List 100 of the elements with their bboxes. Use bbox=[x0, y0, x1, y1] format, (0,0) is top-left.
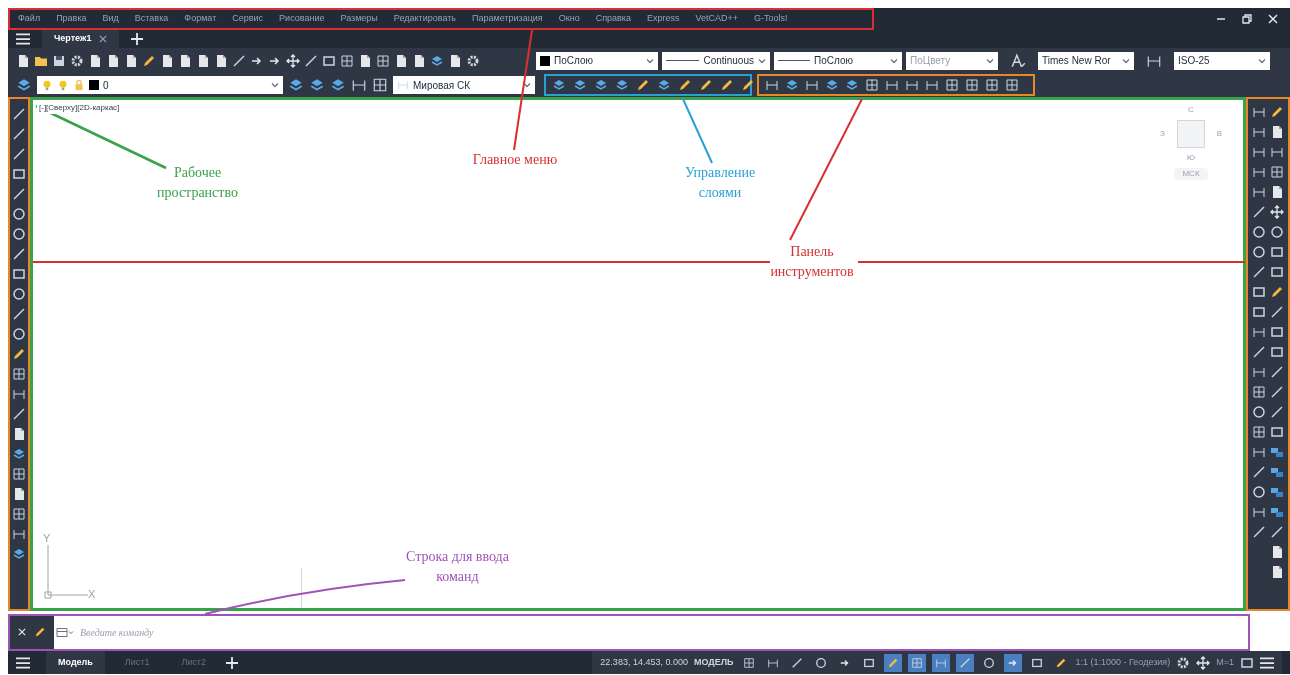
layers-icon[interactable] bbox=[330, 77, 346, 93]
rectangle-icon[interactable] bbox=[1270, 245, 1284, 259]
document-icon[interactable] bbox=[394, 53, 408, 68]
circle-icon[interactable] bbox=[12, 207, 26, 221]
rectangle-icon[interactable] bbox=[1270, 325, 1284, 339]
dimension-icon[interactable] bbox=[1252, 445, 1266, 459]
dimension-icon[interactable] bbox=[1252, 365, 1266, 379]
grid-icon[interactable] bbox=[376, 53, 390, 68]
pencil-icon[interactable] bbox=[678, 78, 692, 92]
grid-icon[interactable] bbox=[1270, 165, 1284, 179]
circle-icon[interactable] bbox=[12, 327, 26, 341]
rectangle-icon[interactable] bbox=[1270, 265, 1284, 279]
document-icon[interactable] bbox=[1270, 185, 1284, 199]
rectangle-icon[interactable] bbox=[1240, 655, 1254, 670]
stacked-blocks-icon[interactable] bbox=[1270, 505, 1284, 519]
menu-item[interactable]: Вид bbox=[102, 12, 119, 26]
document-icon[interactable] bbox=[1270, 565, 1284, 579]
menu-icon[interactable] bbox=[16, 656, 30, 669]
document-icon[interactable] bbox=[124, 53, 138, 68]
gear-icon[interactable] bbox=[70, 53, 84, 68]
restore-icon[interactable] bbox=[1242, 14, 1252, 24]
menu-item[interactable]: Сервис bbox=[232, 12, 264, 26]
document-icon[interactable] bbox=[448, 53, 462, 68]
layers-icon[interactable] bbox=[825, 78, 839, 92]
layers-icon[interactable] bbox=[657, 78, 671, 92]
ucs-dropdown[interactable]: Мировая СК bbox=[393, 76, 535, 94]
menu-item[interactable]: Справка bbox=[595, 12, 631, 26]
layers-icon[interactable] bbox=[12, 447, 26, 461]
menu-item[interactable]: Express bbox=[647, 12, 680, 26]
pencil-icon[interactable] bbox=[142, 53, 156, 68]
dimension-icon[interactable] bbox=[1252, 105, 1266, 119]
dimension-icon[interactable] bbox=[1252, 145, 1266, 159]
stacked-blocks-icon[interactable] bbox=[1270, 445, 1284, 459]
space-indicator[interactable]: МОДЕЛЬ bbox=[693, 655, 734, 670]
dimension-icon[interactable] bbox=[805, 78, 819, 92]
layers-icon[interactable] bbox=[845, 78, 859, 92]
circle-icon[interactable] bbox=[1270, 225, 1284, 239]
layers-icon[interactable] bbox=[309, 77, 325, 93]
document-icon[interactable] bbox=[178, 53, 192, 68]
layout-tab[interactable]: Модель bbox=[46, 651, 105, 674]
dimension-icon[interactable] bbox=[12, 527, 26, 541]
layers-icon[interactable] bbox=[552, 78, 566, 92]
grid-icon[interactable] bbox=[965, 78, 979, 92]
line-icon[interactable] bbox=[1270, 385, 1284, 399]
dimension-icon[interactable] bbox=[12, 387, 26, 401]
line-icon[interactable] bbox=[1270, 405, 1284, 419]
plus-icon[interactable] bbox=[226, 656, 238, 669]
document-icon[interactable] bbox=[106, 53, 120, 68]
menu-item[interactable]: Размеры bbox=[340, 12, 378, 26]
rectangle-icon[interactable] bbox=[12, 267, 26, 281]
layers-icon[interactable] bbox=[288, 77, 304, 93]
circle-icon[interactable] bbox=[1252, 405, 1266, 419]
line-icon[interactable] bbox=[12, 147, 26, 161]
text-style-icon[interactable] bbox=[1010, 52, 1026, 69]
menu-item[interactable]: Рисование bbox=[279, 12, 325, 26]
menu-item[interactable]: Окно bbox=[558, 12, 580, 26]
document-icon[interactable] bbox=[412, 53, 426, 68]
rectangle-icon[interactable] bbox=[1252, 305, 1266, 319]
document-icon[interactable] bbox=[12, 427, 26, 441]
line-icon[interactable] bbox=[1252, 345, 1266, 359]
menu-item[interactable]: G-Tools! bbox=[754, 12, 788, 26]
pencil-icon[interactable] bbox=[12, 347, 26, 361]
line-icon[interactable] bbox=[1270, 305, 1284, 319]
document-tab[interactable]: Чертеж1 bbox=[42, 30, 120, 48]
dimension-icon[interactable] bbox=[905, 78, 919, 92]
line-icon[interactable] bbox=[1270, 365, 1284, 379]
line-icon[interactable] bbox=[1270, 525, 1284, 539]
grid-icon[interactable] bbox=[985, 78, 999, 92]
pencil-icon[interactable] bbox=[720, 78, 734, 92]
linetype-dropdown[interactable]: Continuous bbox=[662, 51, 770, 70]
line-icon[interactable] bbox=[12, 247, 26, 261]
rectangle-icon[interactable] bbox=[12, 167, 26, 181]
move-icon[interactable] bbox=[286, 53, 300, 68]
stacked-blocks-icon[interactable] bbox=[1270, 485, 1284, 499]
pencil-icon[interactable] bbox=[741, 78, 755, 92]
layers-icon[interactable] bbox=[573, 78, 587, 92]
stacked-blocks-icon[interactable] bbox=[1270, 465, 1284, 479]
layout-tab[interactable]: Лист1 bbox=[112, 651, 162, 674]
dimension-icon[interactable] bbox=[925, 78, 939, 92]
pencil-icon[interactable] bbox=[699, 78, 713, 92]
menu-item[interactable]: VetCAD++ bbox=[695, 12, 739, 26]
line-icon[interactable] bbox=[1252, 525, 1266, 539]
document-icon[interactable] bbox=[1270, 545, 1284, 559]
circle-icon[interactable] bbox=[1252, 485, 1266, 499]
dimension-icon[interactable] bbox=[1252, 165, 1266, 179]
document-icon[interactable] bbox=[1270, 125, 1284, 139]
line-icon[interactable] bbox=[1252, 465, 1266, 479]
line-icon[interactable] bbox=[304, 53, 318, 68]
pencil-icon[interactable] bbox=[1270, 105, 1284, 119]
dimension-style-dropdown[interactable]: ISO-25 bbox=[1174, 51, 1270, 70]
document-icon[interactable] bbox=[88, 53, 102, 68]
document-icon[interactable] bbox=[358, 53, 372, 68]
document-icon[interactable] bbox=[12, 487, 26, 501]
color-dropdown[interactable]: ПоСлою bbox=[536, 51, 658, 70]
move-icon[interactable] bbox=[1196, 655, 1211, 670]
line-icon[interactable] bbox=[12, 307, 26, 321]
layout-tab[interactable]: Лист2 bbox=[169, 651, 218, 674]
document-icon[interactable] bbox=[214, 53, 228, 68]
rectangle-icon[interactable] bbox=[1252, 285, 1266, 299]
dimension-icon[interactable] bbox=[1252, 185, 1266, 199]
